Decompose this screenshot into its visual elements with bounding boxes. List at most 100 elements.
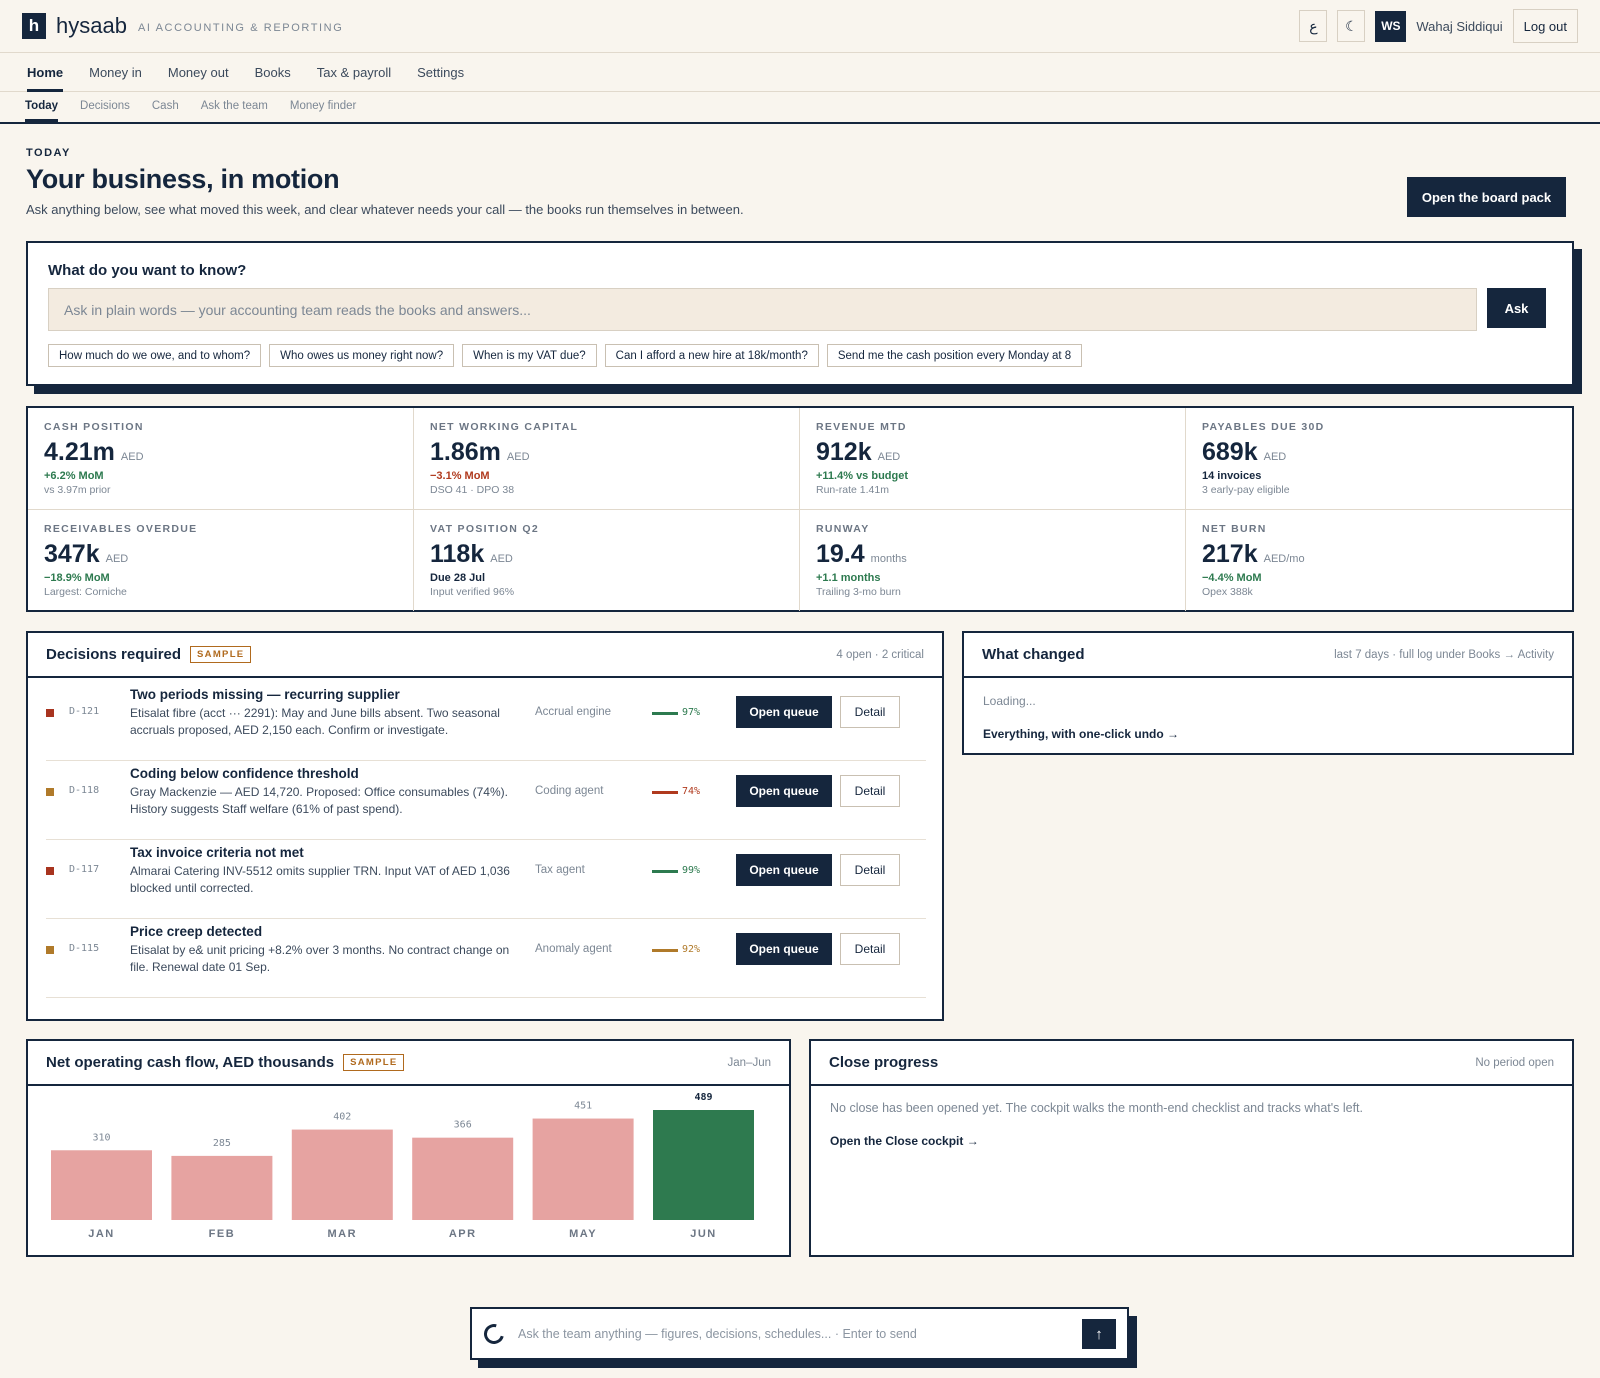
detail-button[interactable]: Detail xyxy=(840,933,900,965)
cashflow-meta: Jan–Jun xyxy=(727,1056,771,1069)
decision-description: Etisalat fibre (acct ··· 2291): May and … xyxy=(130,706,500,737)
bottom-ask-bar[interactable]: Ask the team anything — figures, decisio… xyxy=(470,1307,1129,1360)
detail-button[interactable]: Detail xyxy=(840,696,900,728)
severity-marker xyxy=(46,946,54,954)
nav-item-money-in[interactable]: Money in xyxy=(89,53,142,92)
tab-money-finder[interactable]: Money finder xyxy=(290,92,356,122)
tab-decisions[interactable]: Decisions xyxy=(80,92,130,122)
nav-item-tax-payroll[interactable]: Tax & payroll xyxy=(317,53,391,92)
send-arrow-icon[interactable]: ↑ xyxy=(1082,1319,1116,1349)
decision-row[interactable]: D-115 Price creep detected Etisalat by e& … xyxy=(46,919,926,998)
ask-card: What do you want to know? Ask in plain w… xyxy=(26,241,1574,386)
ask-button[interactable]: Ask xyxy=(1487,288,1546,328)
confidence-bar xyxy=(652,791,678,794)
bar-value-label: 489 xyxy=(694,1092,712,1103)
kpi-label: RECEIVABLES OVERDUE xyxy=(44,523,198,535)
kpi-card[interactable]: REVENUE MTD 912k AED +11.4% vs budget Run-ra… xyxy=(800,408,1186,510)
open-queue-button[interactable]: Open queue xyxy=(736,854,832,886)
tab-cash[interactable]: Cash xyxy=(152,92,179,122)
decision-description: Almarai Catering INV-5512 omits supplier… xyxy=(130,864,510,895)
suggestion-chip[interactable]: Who owes us money right now? xyxy=(269,344,455,367)
kpi-label: PAYABLES DUE 30D xyxy=(1202,421,1325,433)
kpi-grid: CASH POSITION 4.21m AED +6.2% MoM vs 3.97m p… xyxy=(26,406,1574,612)
tab-ask-the-team[interactable]: Ask the team xyxy=(201,92,268,122)
kpi-unit: AED xyxy=(877,451,901,463)
decision-row[interactable]: D-117 Tax invoice criteria not met Almarai… xyxy=(46,840,926,919)
kpi-card[interactable]: CASH POSITION 4.21m AED +6.2% MoM vs 3.97m p… xyxy=(28,408,414,510)
suggestion-chip[interactable]: Can I afford a new hire at 18k/month? xyxy=(604,344,819,367)
kpi-note: Run-rate 1.41m xyxy=(816,484,889,496)
suggestion-chip[interactable]: When is my VAT due? xyxy=(462,344,597,367)
nav-item-books[interactable]: Books xyxy=(255,53,291,92)
kpi-card[interactable]: PAYABLES DUE 30D 689k AED 14 invoices 3 earl… xyxy=(1186,408,1572,510)
confidence-bar xyxy=(652,870,678,873)
bar-may[interactable] xyxy=(532,1118,634,1220)
suggestion-chip[interactable]: How much do we owe, and to whom? xyxy=(48,344,262,367)
language-toggle-button[interactable]: ع xyxy=(1299,10,1328,42)
nav-item-home[interactable]: Home xyxy=(27,53,64,92)
open-queue-button[interactable]: Open queue xyxy=(736,933,832,965)
decisions-title: Decisions required xyxy=(46,646,182,663)
suggestion-chips: How much do we owe, and to whom? Who owe… xyxy=(48,344,1083,367)
assistant-ring-icon xyxy=(480,1319,508,1348)
open-queue-button[interactable]: Open queue xyxy=(736,696,832,728)
what-changed-title: What changed xyxy=(982,646,1085,663)
kpi-unit: AED xyxy=(105,553,129,565)
bar-jun[interactable] xyxy=(653,1110,754,1220)
decision-title: Tax invoice criteria not met xyxy=(130,845,304,860)
tab-today[interactable]: Today xyxy=(25,92,59,122)
bar-feb[interactable] xyxy=(171,1155,273,1220)
top-bar: h hysaab AI ACCOUNTING & REPORTING ع ☾ W… xyxy=(0,0,1600,53)
suggestion-chip[interactable]: Send me the cash position every Monday a… xyxy=(826,344,1083,367)
bar-apr[interactable] xyxy=(412,1137,514,1220)
kpi-value: 1.86m xyxy=(430,438,501,466)
theme-toggle-button[interactable]: ☾ xyxy=(1337,10,1366,42)
kpi-note: vs 3.97m prior xyxy=(44,484,111,496)
undo-link[interactable]: Everything, with one-click undo → xyxy=(983,727,1179,741)
detail-button[interactable]: Detail xyxy=(840,775,900,807)
kpi-delta: −3.1% MoM xyxy=(430,470,490,482)
kpi-delta: +1.1 months xyxy=(816,572,881,584)
close-progress-title: Close progress xyxy=(829,1054,939,1071)
detail-button[interactable]: Detail xyxy=(840,854,900,886)
nav-item-money-out[interactable]: Money out xyxy=(168,53,229,92)
kpi-value: 912k xyxy=(816,438,872,466)
severity-marker xyxy=(46,709,54,717)
bar-mar[interactable] xyxy=(291,1129,393,1220)
decision-id: D-121 xyxy=(69,706,100,717)
kpi-delta: −18.9% MoM xyxy=(44,572,110,584)
confidence-bar xyxy=(652,712,678,715)
kpi-card[interactable]: NET WORKING CAPITAL 1.86m AED −3.1% MoM DSO … xyxy=(414,408,800,510)
kpi-label: CASH POSITION xyxy=(44,421,144,433)
kpi-card[interactable]: RECEIVABLES OVERDUE 347k AED −18.9% MoM Larg… xyxy=(28,510,414,611)
bar-value-label: 402 xyxy=(333,1112,351,1123)
decision-agent: Accrual engine xyxy=(535,706,612,718)
kpi-card[interactable]: RUNWAY 19.4 months +1.1 months Trailing 3-mo… xyxy=(800,510,1186,611)
logo-icon[interactable]: h xyxy=(22,13,46,39)
confidence-value: 74% xyxy=(682,786,701,797)
brand-name[interactable]: hysaab xyxy=(56,13,127,39)
kpi-card[interactable]: VAT POSITION Q2 118k AED Due 28 Jul Input ve… xyxy=(414,510,800,611)
open-board-pack-button[interactable]: Open the board pack xyxy=(1407,177,1566,217)
bar-value-label: 310 xyxy=(92,1132,110,1143)
confidence-value: 92% xyxy=(682,944,701,955)
decision-row[interactable]: D-121 Two periods missing — recurring sup… xyxy=(46,682,926,761)
open-queue-button[interactable]: Open queue xyxy=(736,775,832,807)
sample-badge: SAMPLE xyxy=(343,1054,405,1071)
kpi-note: 3 early-pay eligible xyxy=(1202,484,1290,496)
kpi-note: Trailing 3-mo burn xyxy=(816,586,901,598)
kpi-unit: AED xyxy=(490,553,513,565)
bar-jan[interactable] xyxy=(51,1150,152,1220)
open-close-cockpit-link[interactable]: Open the Close cockpit → xyxy=(830,1134,979,1148)
x-tick-label: APR xyxy=(449,1228,477,1240)
bottom-ask-input[interactable]: Ask the team anything — figures, decisio… xyxy=(518,1327,917,1341)
logout-button[interactable]: Log out xyxy=(1512,9,1578,43)
kpi-label: VAT POSITION Q2 xyxy=(430,523,539,535)
nav-item-settings[interactable]: Settings xyxy=(417,53,464,92)
decision-row[interactable]: D-118 Coding below confidence threshold Gr… xyxy=(46,761,926,840)
kpi-value: 217k xyxy=(1202,540,1258,568)
confidence-bar xyxy=(652,949,678,952)
avatar[interactable]: WS xyxy=(1375,10,1407,42)
ask-input[interactable]: Ask in plain words — your accounting tea… xyxy=(48,288,1477,331)
kpi-card[interactable]: NET BURN 217k AED/mo −4.4% MoM Opex 388k xyxy=(1186,510,1572,611)
